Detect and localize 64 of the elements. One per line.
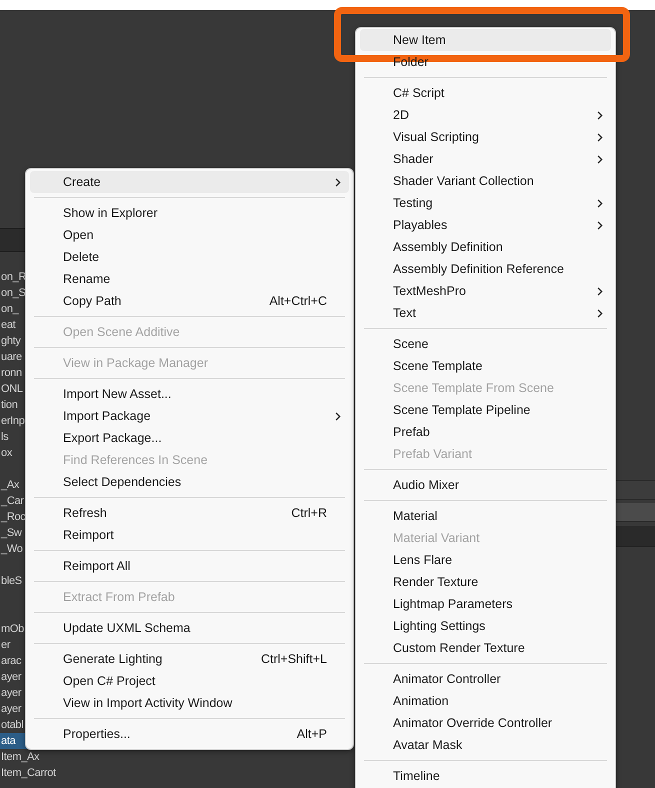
menu-item[interactable]: Import Package xyxy=(30,405,349,427)
shortcut-label: Alt+Ctrl+C xyxy=(269,294,327,308)
menu-item[interactable]: Show in Explorer xyxy=(30,202,349,224)
menu-item[interactable]: Properties... Alt+P xyxy=(30,723,349,745)
menu-item[interactable]: Scene Template Pipeline xyxy=(360,399,611,421)
chevron-right-icon xyxy=(597,287,603,296)
menu-item[interactable]: Audio Mixer xyxy=(360,474,611,496)
chevron-right-icon xyxy=(335,178,341,187)
menu-item[interactable]: Playables xyxy=(360,214,611,236)
shortcut-label: Ctrl+Shift+L xyxy=(260,652,327,666)
menu-item[interactable]: Generate Lighting Ctrl+Shift+L xyxy=(30,648,349,670)
shortcut-label: Ctrl+R xyxy=(291,506,327,520)
chevron-right-icon xyxy=(335,412,341,421)
menu-item[interactable]: Scene Template xyxy=(360,355,611,377)
menu-item[interactable]: Update UXML Schema xyxy=(30,617,349,639)
shortcut-label: Alt+P xyxy=(296,727,327,741)
panel-header xyxy=(0,228,25,252)
menu-item[interactable]: Assembly Definition xyxy=(360,236,611,258)
chevron-right-icon xyxy=(597,309,603,318)
panel-background xyxy=(615,526,655,547)
menu-item[interactable]: Delete xyxy=(30,246,349,268)
asset-item[interactable]: Item_Ax xyxy=(0,749,350,765)
chevron-right-icon xyxy=(597,199,603,208)
menu-item[interactable]: Assembly Definition Reference xyxy=(360,258,611,280)
menu-item[interactable]: Prefab xyxy=(360,421,611,443)
menu-item[interactable]: View in Import Activity Window xyxy=(30,692,349,714)
chevron-right-icon xyxy=(597,221,603,230)
menu-item[interactable]: Custom Render Texture xyxy=(360,637,611,659)
menu-item[interactable]: Copy Path Alt+Ctrl+C xyxy=(30,290,349,312)
menu-item[interactable]: Visual Scripting xyxy=(360,126,611,148)
menu-item[interactable]: New Item xyxy=(360,29,611,51)
menu-item[interactable]: Open xyxy=(30,224,349,246)
menu-item[interactable]: Rename xyxy=(30,268,349,290)
menu-item[interactable]: Material xyxy=(360,505,611,527)
menu-item[interactable]: Create xyxy=(30,171,349,193)
chevron-right-icon xyxy=(597,155,603,164)
menu-item[interactable]: Open C# Project xyxy=(30,670,349,692)
menu-item[interactable]: Text xyxy=(360,302,611,324)
menu-item[interactable]: Import New Asset... xyxy=(30,383,349,405)
menu-item[interactable]: Lightmap Parameters xyxy=(360,593,611,615)
menu-item[interactable]: Animator Override Controller xyxy=(360,712,611,734)
menu-item[interactable]: Reimport xyxy=(30,524,349,546)
menu-item[interactable]: Shader Variant Collection xyxy=(360,170,611,192)
menu-item[interactable]: C# Script xyxy=(360,82,611,104)
menu-item[interactable]: Shader xyxy=(360,148,611,170)
menu-item[interactable]: Lens Flare xyxy=(360,549,611,571)
menu-item[interactable]: 2D xyxy=(360,104,611,126)
panel-header xyxy=(615,503,655,522)
menu-item[interactable]: Animation xyxy=(360,690,611,712)
menu-item[interactable]: Testing xyxy=(360,192,611,214)
chevron-right-icon xyxy=(597,111,603,120)
menu-item[interactable]: Scene xyxy=(360,333,611,355)
menu-item[interactable]: Select Dependencies xyxy=(30,471,349,493)
menu-item[interactable]: Reimport All xyxy=(30,555,349,577)
menu-item[interactable]: Animator Controller xyxy=(360,668,611,690)
asset-item[interactable]: Item_Carrot xyxy=(0,765,350,781)
chevron-right-icon xyxy=(597,133,603,142)
menu-item[interactable]: Export Package... xyxy=(30,427,349,449)
menu-item[interactable]: Refresh Ctrl+R xyxy=(30,502,349,524)
menu-item[interactable]: Lighting Settings xyxy=(360,615,611,637)
menu-item[interactable]: TextMeshPro xyxy=(360,280,611,302)
menu-item[interactable]: Render Texture xyxy=(360,571,611,593)
menu-item[interactable]: Avatar Mask xyxy=(360,734,611,756)
menu-item[interactable]: Timeline xyxy=(360,765,611,787)
